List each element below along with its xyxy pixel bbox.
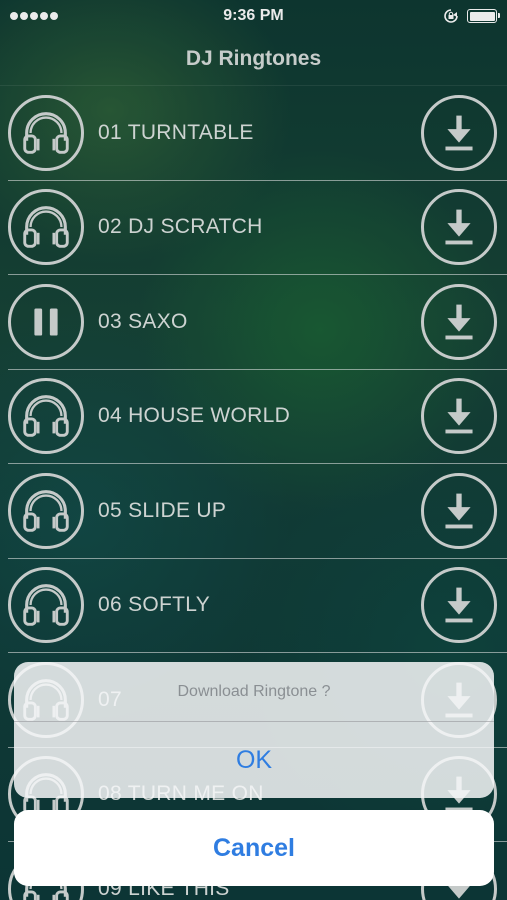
action-sheet-message: Download Ringtone ? xyxy=(14,662,494,722)
action-sheet: Download Ringtone ? OK xyxy=(14,662,494,798)
ok-button[interactable]: OK xyxy=(14,722,494,798)
cancel-button[interactable]: Cancel xyxy=(14,810,494,886)
